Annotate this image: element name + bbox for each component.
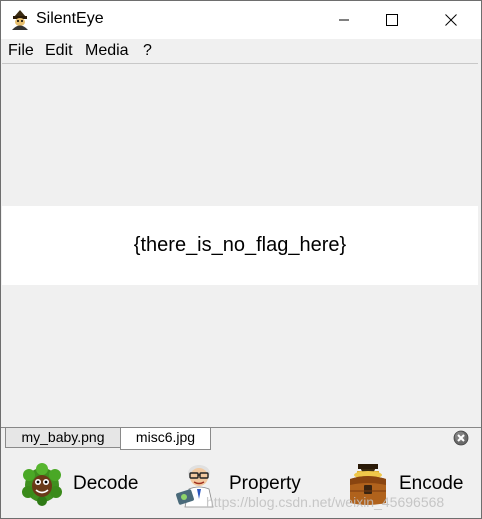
property-label: Property [229,473,301,494]
menu-bar: File Edit Media ? [1,39,481,63]
decode-monster-icon [22,463,62,506]
minimize-button[interactable] [321,1,367,39]
close-button[interactable] [428,1,474,39]
media-image: {there_is_no_flag_here} [2,206,478,285]
silenteye-window: SilentEye File Edit Media ? {there_is_no… [0,0,482,519]
menu-help[interactable]: ? [143,42,152,60]
menu-file[interactable]: File [8,42,34,60]
close-icon [445,14,457,26]
menu-edit[interactable]: Edit [45,42,73,60]
image-viewport[interactable]: {there_is_no_flag_here} [2,63,478,428]
watermark-text: https://blog.csdn.net/weixin_45696568 [206,494,445,510]
image-text: {there_is_no_flag_here} [133,234,347,256]
media-tab-bar: my_baby.png misc6.jpg [1,427,481,450]
tab-misc6[interactable]: misc6.jpg [120,428,211,450]
encode-label: Encode [399,473,464,494]
decode-button[interactable]: Decode [19,458,139,510]
menu-media[interactable]: Media [85,42,129,60]
close-circle-icon[interactable] [453,430,469,446]
maximize-button[interactable] [369,1,415,39]
tab-my-baby[interactable]: my_baby.png [5,428,121,448]
minimize-icon [339,19,349,21]
decode-label: Decode [73,473,139,494]
action-toolbar: Decode Property Encode https://blog.csdn… [1,450,481,518]
maximize-icon [386,14,398,26]
title-bar: SilentEye [1,1,481,39]
window-title: SilentEye [36,10,104,27]
silenteye-app-icon [12,10,28,30]
